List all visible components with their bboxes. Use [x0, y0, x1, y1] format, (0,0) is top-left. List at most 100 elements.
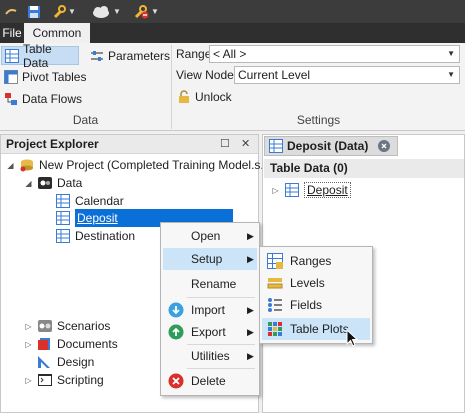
scenarios-label: Scenarios [57, 319, 111, 333]
unlock-button[interactable]: Unlock [177, 87, 232, 106]
chevron-down-icon: ▼ [447, 70, 455, 79]
ranges-label: Ranges [290, 254, 332, 268]
cloud-icon[interactable]: ▼ [91, 3, 121, 20]
export-label: Export [191, 325, 226, 339]
menu-item-open[interactable]: Open ▶ [163, 225, 257, 247]
table-plots-label: Table Plots [290, 322, 349, 336]
delete-label: Delete [191, 374, 226, 388]
table-data-label: Table Data [23, 41, 52, 70]
menu-item-utilities[interactable]: Utilities ▶ [163, 345, 257, 367]
menu-item-delete[interactable]: Delete [163, 370, 257, 392]
collapsed-arrow-icon[interactable]: ▷ [24, 340, 33, 349]
mouse-cursor-icon [346, 329, 360, 349]
table-icon [55, 194, 71, 208]
tree-node-scenarios[interactable]: ▷ Scenarios [24, 317, 110, 335]
pivot-tables-label: Pivot Tables [22, 69, 87, 84]
export-icon [168, 324, 184, 340]
data-group-label: Data [72, 113, 99, 127]
table-icon [55, 229, 71, 243]
pivot-tables-button[interactable]: Pivot Tables [4, 67, 86, 86]
documents-label: Documents [57, 337, 118, 351]
close-icon[interactable]: ✕ [241, 137, 250, 150]
menu-item-setup[interactable]: Setup ▶ [163, 248, 257, 270]
table-grid-icon [5, 48, 19, 63]
view-nodes-value: Current Level [238, 68, 311, 82]
wrench-icon[interactable]: ▼ [52, 3, 76, 20]
open-label: Open [191, 229, 221, 243]
unlock-label: Unlock [195, 89, 232, 104]
menu-item-export[interactable]: Export ▶ [163, 321, 257, 343]
tree-node-destination[interactable]: Destination [55, 227, 135, 245]
range-value: < All > [213, 47, 247, 61]
table-grid-icon [269, 139, 283, 153]
design-label: Design [57, 355, 95, 369]
lock-icon [177, 89, 191, 104]
deposit-row-label: Deposit [304, 182, 351, 198]
document-tab-title: Deposit (Data) [287, 139, 369, 153]
tree-node-data[interactable]: ◢ Data [24, 174, 82, 192]
project-icon [19, 158, 35, 172]
table-data-button[interactable]: Table Data [1, 42, 79, 70]
ranges-icon [267, 253, 283, 269]
tree-node-documents[interactable]: ▷ Documents [24, 335, 118, 353]
rename-label: Rename [191, 277, 237, 291]
table-plots-icon [267, 321, 283, 337]
data-flows-label: Data Flows [22, 91, 83, 106]
collapsed-arrow-icon[interactable]: ▷ [24, 322, 33, 331]
setup-label: Setup [191, 252, 223, 266]
project-label: New Project (Completed Training Model.s.… [39, 158, 271, 172]
quick-access-toolbar: ▼ ▼ ▼ [0, 0, 465, 23]
tree-node-project[interactable]: ◢ New Project (Completed Training Model.… [6, 156, 270, 174]
save-icon[interactable] [27, 3, 41, 20]
chevron-down-icon: ▼ [447, 49, 455, 58]
range-combo[interactable]: < All > ▼ [209, 45, 460, 63]
view-nodes-label: View Nodes [176, 68, 240, 82]
project-explorer-title: Project Explorer [6, 137, 99, 151]
context-menu: Open ▶ Setup ▶ Rename Import ▶ Export ▶ … [160, 222, 260, 396]
design-icon [37, 355, 53, 369]
menu-separator [187, 297, 255, 298]
submenu-item-ranges[interactable]: Ranges [262, 250, 370, 272]
view-nodes-combo[interactable]: Current Level ▼ [234, 66, 460, 84]
submenu-arrow-icon: ▶ [247, 326, 254, 337]
document-tab[interactable]: Deposit (Data) [264, 136, 398, 156]
submenu-arrow-icon: ▶ [247, 230, 254, 241]
pivot-table-icon [4, 69, 18, 84]
levels-label: Levels [290, 276, 325, 290]
tab-file[interactable]: File [0, 23, 24, 43]
submenu-item-fields[interactable]: Fields [262, 294, 370, 316]
tree-node-design[interactable]: Design [24, 353, 94, 371]
fields-icon [267, 297, 283, 313]
collapsed-arrow-icon[interactable]: ▷ [24, 376, 33, 385]
table-icon [55, 211, 71, 225]
tab-common[interactable]: Common [24, 23, 90, 43]
import-icon [168, 302, 184, 318]
scenarios-icon [37, 319, 53, 333]
data-label: Data [57, 176, 83, 190]
expanded-arrow-icon[interactable]: ◢ [24, 179, 33, 188]
collapsed-arrow-icon[interactable]: ▷ [271, 186, 280, 195]
tree-node-scripting[interactable]: ▷ Scripting [24, 371, 103, 389]
range-label: Range [176, 47, 212, 61]
submenu-arrow-icon: ▶ [247, 253, 254, 264]
data-flows-button[interactable]: Data Flows [4, 89, 82, 108]
delete-icon [168, 373, 184, 389]
table-data-row[interactable]: ▷ Deposit [271, 181, 463, 199]
ribbon: Table Data Parameters Pivot Tables Data … [0, 42, 465, 131]
maximize-icon[interactable]: ☐ [220, 137, 230, 150]
ribbon-tab-row: File Common [0, 23, 465, 43]
back-icon[interactable] [4, 3, 18, 20]
database-icon [37, 176, 53, 190]
menu-item-rename[interactable]: Rename [163, 273, 257, 295]
menu-separator [187, 368, 255, 369]
submenu-item-levels[interactable]: Levels [262, 272, 370, 294]
wrench-disabled-icon[interactable]: ▼ [133, 3, 159, 20]
parameters-button[interactable]: Parameters [90, 46, 170, 65]
close-tab-icon[interactable] [378, 140, 391, 152]
menu-item-import[interactable]: Import ▶ [163, 299, 257, 321]
tree-node-calendar[interactable]: Calendar [55, 192, 124, 210]
expanded-arrow-icon[interactable]: ◢ [6, 161, 15, 170]
parameters-label: Parameters [108, 48, 171, 63]
data-flows-icon [4, 92, 18, 106]
scripting-icon [37, 373, 53, 387]
